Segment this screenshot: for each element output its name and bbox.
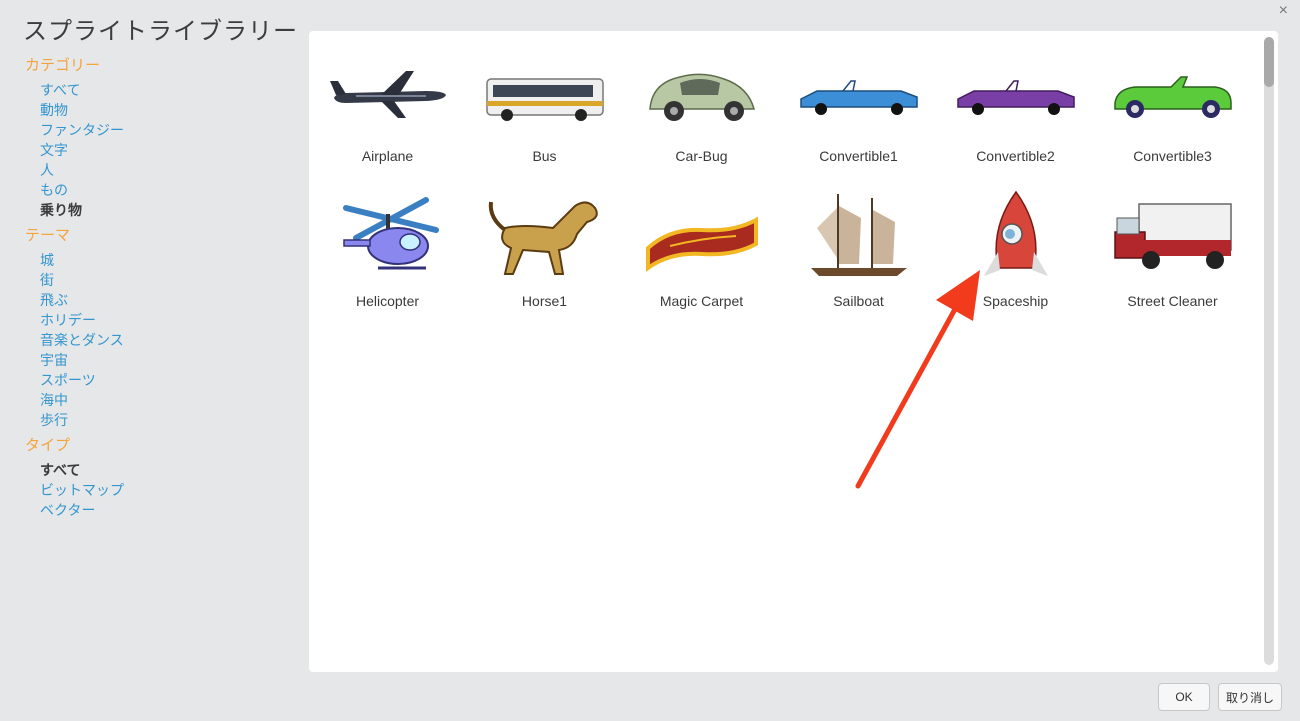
convertible-green-icon bbox=[1111, 43, 1235, 143]
types-heading: タイプ bbox=[25, 437, 71, 454]
categories-heading: カテゴリー bbox=[25, 57, 101, 74]
sprite-name: Magic Carpet bbox=[659, 293, 744, 309]
sprite-name: Convertible1 bbox=[819, 148, 898, 164]
sprite-name: Bus bbox=[532, 148, 557, 164]
categories-list: すべて 動物 ファンタジー 文字 人 もの 乗り物 bbox=[40, 80, 295, 220]
scrollbar[interactable] bbox=[1264, 37, 1274, 665]
sprite-name: Horse1 bbox=[521, 293, 568, 309]
sprite-tile-convertible3[interactable]: Convertible3 bbox=[1099, 41, 1246, 181]
category-fantasy[interactable]: ファンタジー bbox=[40, 120, 295, 140]
theme-holiday[interactable]: ホリデー bbox=[40, 310, 295, 330]
dialog-title: スプライトライブラリー bbox=[23, 18, 298, 45]
category-things[interactable]: もの bbox=[40, 180, 295, 200]
sprite-tile-car-bug[interactable]: Car-Bug bbox=[628, 41, 775, 181]
convertible-blue-icon bbox=[797, 43, 921, 143]
sprite-name: Spaceship bbox=[982, 293, 1049, 309]
theme-castle[interactable]: 城 bbox=[40, 250, 295, 270]
category-animals[interactable]: 動物 bbox=[40, 100, 295, 120]
car-bug-icon bbox=[640, 43, 764, 143]
sprite-tile-spaceship[interactable]: Spaceship bbox=[942, 186, 1089, 326]
theme-walking[interactable]: 歩行 bbox=[40, 410, 295, 430]
theme-space[interactable]: 宇宙 bbox=[40, 350, 295, 370]
theme-flying[interactable]: 飛ぶ bbox=[40, 290, 295, 310]
theme-music-dance[interactable]: 音楽とダンス bbox=[40, 330, 295, 350]
scrollbar-thumb[interactable] bbox=[1264, 37, 1274, 87]
themes-list: 城 街 飛ぶ ホリデー 音楽とダンス 宇宙 スポーツ 海中 歩行 bbox=[40, 250, 295, 430]
category-transportation[interactable]: 乗り物 bbox=[40, 200, 295, 220]
sprite-grid-panel: Airplane Bus Car-Bug Convertible1 Conver… bbox=[309, 31, 1278, 672]
theme-city[interactable]: 街 bbox=[40, 270, 295, 290]
ok-button[interactable]: OK bbox=[1158, 683, 1210, 711]
sprite-tile-sailboat[interactable]: Sailboat bbox=[785, 186, 932, 326]
sidebar: カテゴリー すべて 動物 ファンタジー 文字 人 もの 乗り物 テーマ 城 街 … bbox=[25, 56, 295, 526]
category-people[interactable]: 人 bbox=[40, 160, 295, 180]
type-all[interactable]: すべて bbox=[40, 460, 295, 480]
helicopter-icon bbox=[326, 188, 450, 288]
theme-underwater[interactable]: 海中 bbox=[40, 390, 295, 410]
spaceship-icon bbox=[954, 188, 1078, 288]
street-cleaner-icon bbox=[1111, 188, 1235, 288]
airplane-icon bbox=[326, 43, 450, 143]
sprite-tile-magic-carpet[interactable]: Magic Carpet bbox=[628, 186, 775, 326]
convertible-purple-icon bbox=[954, 43, 1078, 143]
sprite-name: Street Cleaner bbox=[1127, 293, 1218, 309]
themes-heading: テーマ bbox=[25, 227, 71, 244]
types-list: すべて ビットマップ ベクター bbox=[40, 460, 295, 520]
theme-sports[interactable]: スポーツ bbox=[40, 370, 295, 390]
sprite-tile-bus[interactable]: Bus bbox=[471, 41, 618, 181]
sprite-tile-horse1[interactable]: Horse1 bbox=[471, 186, 618, 326]
type-bitmap[interactable]: ビットマップ bbox=[40, 480, 295, 500]
magic-carpet-icon bbox=[640, 188, 764, 288]
sprite-name: Car-Bug bbox=[675, 148, 728, 164]
sprite-tile-convertible2[interactable]: Convertible2 bbox=[942, 41, 1089, 181]
bus-icon bbox=[483, 43, 607, 143]
category-all[interactable]: すべて bbox=[40, 80, 295, 100]
sailboat-icon bbox=[797, 188, 921, 288]
sprite-name: Helicopter bbox=[355, 293, 420, 309]
sprite-name: Sailboat bbox=[833, 293, 884, 309]
sprite-tile-airplane[interactable]: Airplane bbox=[314, 41, 461, 181]
category-letters[interactable]: 文字 bbox=[40, 140, 295, 160]
sprite-name: Convertible2 bbox=[976, 148, 1055, 164]
close-icon[interactable]: × bbox=[1279, 2, 1288, 20]
type-vector[interactable]: ベクター bbox=[40, 500, 295, 520]
sprite-tile-street-cleaner[interactable]: Street Cleaner bbox=[1099, 186, 1246, 326]
sprite-name: Airplane bbox=[361, 148, 414, 164]
sprite-name: Convertible3 bbox=[1133, 148, 1212, 164]
horse-icon bbox=[483, 188, 607, 288]
sprite-tile-helicopter[interactable]: Helicopter bbox=[314, 186, 461, 326]
cancel-button[interactable]: 取り消し bbox=[1218, 683, 1282, 711]
sprite-tile-convertible1[interactable]: Convertible1 bbox=[785, 41, 932, 181]
